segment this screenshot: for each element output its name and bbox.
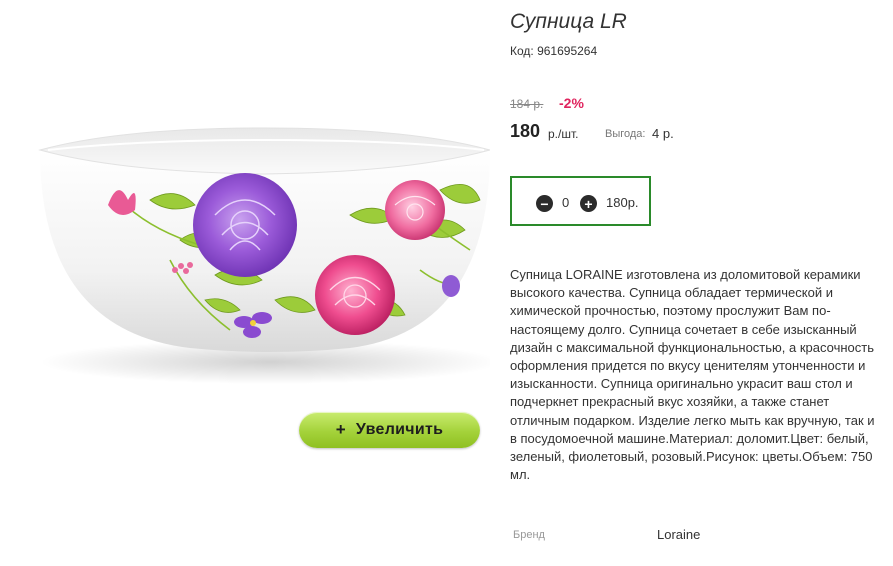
plus-circle-icon[interactable]: +	[580, 195, 597, 212]
brand-label: Бренд	[513, 529, 545, 541]
plus-icon: +	[335, 420, 346, 439]
zoom-button-label: Увеличить	[355, 421, 444, 438]
old-price: 184 р.	[510, 97, 544, 111]
brand-value[interactable]: Loraine	[657, 527, 700, 542]
zoom-button[interactable]: + Увеличить	[299, 412, 480, 448]
minus-circle-icon[interactable]: −	[536, 195, 553, 212]
price-unit: р./шт.	[548, 127, 579, 141]
product-image[interactable]: + Увеличить	[0, 0, 490, 460]
savings-label: Выгода:	[605, 128, 646, 140]
quantity-total: 180р.	[606, 195, 639, 210]
quantity-value[interactable]: 0	[562, 195, 569, 210]
savings-value: 4 р.	[652, 126, 674, 141]
product-page: + Увеличить Супница LR Код: 961695264 18…	[0, 0, 893, 566]
product-description: Супница LORAINE изготовлена из доломитов…	[510, 267, 875, 483]
discount-badge: -2%	[559, 95, 584, 111]
quantity-selector: − 0 + 180р.	[510, 176, 651, 226]
bowl-image	[38, 127, 490, 384]
price-value: 180	[510, 121, 541, 141]
product-code: Код: 961695264	[510, 44, 598, 58]
product-title: Супница LR	[510, 10, 627, 33]
